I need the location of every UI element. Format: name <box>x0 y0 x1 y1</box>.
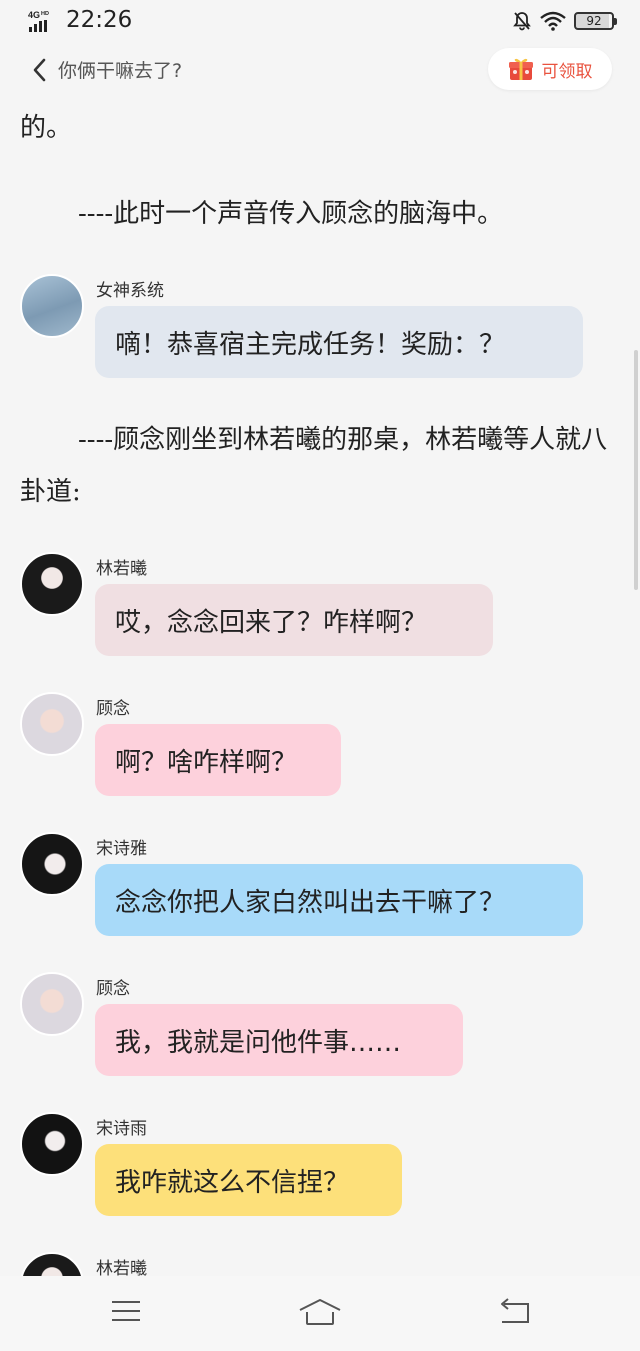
battery-indicator: 92 <box>574 12 617 30</box>
avatar[interactable] <box>20 274 84 338</box>
scrollbar[interactable] <box>634 350 638 590</box>
message-bubble: 啊？啥咋样啊？ <box>95 724 341 796</box>
wifi-icon <box>540 11 566 31</box>
top-nav: 你俩干嘛去了? 可领取 <box>0 44 640 96</box>
message-bubble: 念念你把人家白然叫出去干嘛了？ <box>95 864 583 936</box>
claim-reward-label: 可领取 <box>541 61 593 82</box>
message-bubble: 哎，念念回来了？咋样啊？ <box>95 584 493 656</box>
clock: 22:26 <box>66 7 133 33</box>
story-content[interactable]: 的。 ----此时一个声音传入顾念的脑海中。 女神系统 嘀！恭喜宿主完成任务！奖… <box>0 96 640 1276</box>
avatar[interactable] <box>20 1252 84 1276</box>
avatar[interactable] <box>20 972 84 1036</box>
svg-text:HD: HD <box>41 11 49 17</box>
status-bar: 4G HD 22:26 92 <box>0 0 640 44</box>
claim-reward-button[interactable]: 可领取 <box>488 48 612 90</box>
mute-bell-icon <box>513 12 531 31</box>
system-nav-bar <box>0 1276 640 1351</box>
speaker-name: 宋诗雨 <box>96 1119 147 1139</box>
chapter-title[interactable]: 你俩干嘛去了? <box>58 56 182 83</box>
svg-text:4G: 4G <box>28 10 40 20</box>
gift-icon <box>508 58 533 80</box>
speaker-name: 顾念 <box>96 699 130 719</box>
avatar[interactable] <box>20 552 84 616</box>
menu-icon[interactable] <box>110 1298 142 1324</box>
speaker-name: 顾念 <box>96 979 130 999</box>
avatar[interactable] <box>20 1112 84 1176</box>
speaker-name: 女神系统 <box>96 281 164 301</box>
speaker-name: 林若曦 <box>96 559 147 579</box>
avatar[interactable] <box>20 692 84 756</box>
back-nav-icon[interactable] <box>498 1298 532 1326</box>
message-bubble: 我，我就是问他件事…… <box>95 1004 463 1076</box>
speaker-name: 宋诗雅 <box>96 839 147 859</box>
message-bubble: 我咋就这么不信捏？ <box>95 1144 402 1216</box>
narration-text: 的。 <box>20 113 73 143</box>
speaker-name: 林若曦 <box>96 1259 147 1276</box>
home-icon[interactable] <box>298 1298 342 1326</box>
avatar[interactable] <box>20 832 84 896</box>
narration-text: ----顾念刚坐到林若曦的那桌，林若曦等人就八卦道: <box>20 425 608 507</box>
signal-4g-icon: 4G HD <box>28 10 49 32</box>
narration-text: ----此时一个声音传入顾念的脑海中。 <box>78 199 504 229</box>
message-bubble: 嘀！恭喜宿主完成任务！奖励：？ <box>95 306 583 378</box>
back-arrow-icon[interactable] <box>30 57 50 83</box>
